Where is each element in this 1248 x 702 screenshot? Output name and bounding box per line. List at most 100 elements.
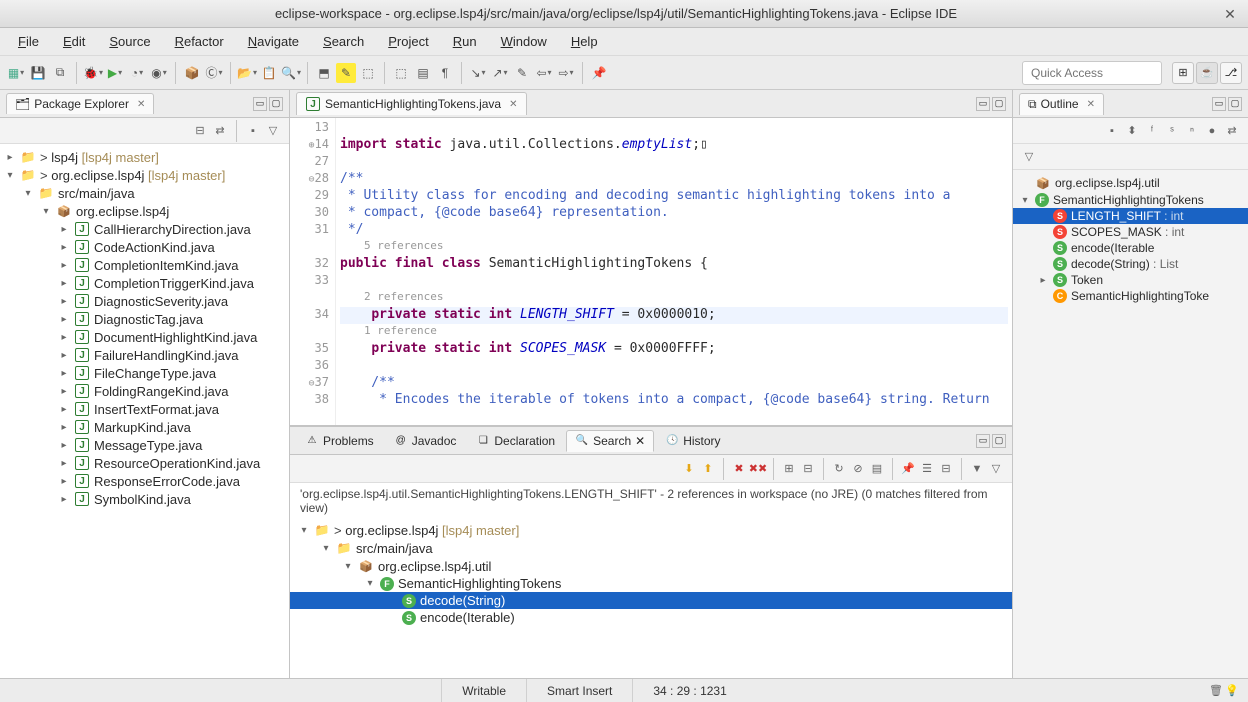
history-button[interactable]: ▤ [869,461,885,477]
maximize-icon[interactable]: ▢ [269,97,283,111]
twisty-icon[interactable]: ▸ [58,386,70,397]
outline-item[interactable]: org.eclipse.lsp4j.util [1013,174,1248,192]
minimize-icon[interactable]: ▭ [976,97,990,111]
outline-item[interactable]: Sdecode(String) : List [1013,256,1248,272]
menu-refactor[interactable]: Refactor [165,31,234,52]
code-line[interactable] [340,358,1008,375]
menu-help[interactable]: Help [561,31,608,52]
tree-item[interactable]: ▸FailureHandlingKind.java [0,346,289,364]
tree-layout-button[interactable]: ⊟ [938,461,954,477]
run-search-button[interactable]: ↻ [831,461,847,477]
tree-item[interactable]: ▸DiagnosticTag.java [0,310,289,328]
outline-item[interactable]: CSemanticHighlightingToke [1013,288,1248,304]
menu-window[interactable]: Window [491,31,557,52]
save-all-button[interactable]: ⧉ [50,63,70,83]
maximize-icon[interactable]: ▢ [992,97,1006,111]
remove-selected-button[interactable]: ✖ [731,461,747,477]
code-line[interactable]: /** [340,171,1008,188]
twisty-icon[interactable]: ▸ [58,422,70,433]
code-line[interactable]: private static int LENGTH_SHIFT = 0x0000… [340,307,1008,324]
twisty-icon[interactable]: ▾ [298,525,310,536]
save-button[interactable]: 💾 [28,63,48,83]
hide-nonpublic-button[interactable]: ⁿ [1184,123,1200,139]
new-class-button[interactable]: Ⓒ [204,63,224,83]
sort-button[interactable]: ⬍ [1124,123,1140,139]
prev-match-button[interactable]: ⬆ [700,461,716,477]
tree-item[interactable]: ▸MessageType.java [0,436,289,454]
next-match-button[interactable]: ⬇ [681,461,697,477]
outline-tree[interactable]: org.eclipse.lsp4j.util▾FSemanticHighligh… [1013,170,1248,678]
code-line[interactable]: /** [340,375,1008,392]
tab-history[interactable]: 🕓History [656,430,729,452]
menu-run[interactable]: Run [443,31,487,52]
back-button[interactable]: ⇦ [534,63,554,83]
run-last-button[interactable]: ◉ [149,63,169,83]
tree-item[interactable]: ▸InsertTextFormat.java [0,400,289,418]
minimize-icon[interactable]: ▭ [253,97,267,111]
minimize-icon[interactable]: ▭ [1212,97,1226,111]
outline-item[interactable]: SLENGTH_SHIFT : int [1013,208,1248,224]
tree-item[interactable]: ▸CompletionTriggerKind.java [0,274,289,292]
toggle-mark-button[interactable]: ⬒ [314,63,334,83]
highlight-button[interactable]: ✎ [336,63,356,83]
tree-item[interactable]: ▾org.eclipse.lsp4j [0,202,289,220]
open-task-button[interactable]: 📋 [259,63,279,83]
editor-tab[interactable]: SemanticHighlightingTokens.java ✕ [296,92,527,115]
last-edit-button[interactable]: ✎ [512,63,532,83]
block-select-button[interactable]: ⬚ [358,63,378,83]
pin-button[interactable]: 📌 [589,63,609,83]
code-line[interactable] [340,273,1008,290]
cancel-search-button[interactable]: ⊘ [850,461,866,477]
twisty-icon[interactable]: ▸ [58,314,70,325]
twisty-icon[interactable]: ▸ [58,476,70,487]
code-line[interactable]: * compact, {@code base64} representation… [340,205,1008,222]
menu-edit[interactable]: Edit [53,31,95,52]
run-button[interactable]: ▶ [105,63,125,83]
twisty-icon[interactable]: ▸ [58,332,70,343]
tab-declaration[interactable]: ❏Declaration [467,430,564,452]
view-menu-button[interactable]: ▽ [1021,149,1037,165]
code-line[interactable]: * Utility class for encoding and decodin… [340,188,1008,205]
tree-item[interactable]: ▸DiagnosticSeverity.java [0,292,289,310]
expand-all-button[interactable]: ⊞ [781,461,797,477]
tree-item[interactable]: ▸CompletionItemKind.java [0,256,289,274]
code-line[interactable]: private static int SCOPES_MASK = 0x0000F… [340,341,1008,358]
twisty-icon[interactable]: ▸ [58,368,70,379]
next-annotation-button[interactable]: ↘ [468,63,488,83]
prev-annotation-button[interactable]: ↗ [490,63,510,83]
outline-item[interactable]: SSCOPES_MASK : int [1013,224,1248,240]
new-package-button[interactable]: 📦 [182,63,202,83]
tree-item[interactable]: ▸FoldingRangeKind.java [0,382,289,400]
twisty-icon[interactable]: ▸ [58,494,70,505]
close-icon[interactable]: ✕ [137,99,145,110]
search-result-item[interactable]: ▾FSemanticHighlightingTokens [290,575,1012,592]
search-button[interactable]: 🔍 [281,63,301,83]
show-ws2-button[interactable]: ▤ [413,63,433,83]
menu-source[interactable]: Source [99,31,160,52]
link-editor-button[interactable]: ⇄ [212,123,228,139]
tip-button[interactable]: 💡 [1224,683,1240,699]
maximize-icon[interactable]: ▢ [992,434,1006,448]
editor-body[interactable]: 13⊕1427⊖282930313233343536⊖3738 import s… [290,118,1012,425]
close-icon[interactable]: ✕ [635,434,645,448]
pilcrow-button[interactable]: ¶ [435,63,455,83]
open-type-button[interactable]: 📂 [237,63,257,83]
minimize-icon[interactable]: ▭ [976,434,990,448]
twisty-icon[interactable]: ▸ [58,260,70,271]
hide-static-button[interactable]: ˢ [1164,123,1180,139]
quick-access-input[interactable] [1022,61,1162,85]
twisty-icon[interactable]: ▾ [1019,195,1031,206]
focus-button[interactable]: ▪ [1104,123,1120,139]
twisty-icon[interactable]: ▸ [58,296,70,307]
tree-item[interactable]: ▸ResponseErrorCode.java [0,472,289,490]
remove-all-button[interactable]: ✖✖ [750,461,766,477]
collapse-all-button[interactable]: ⊟ [192,123,208,139]
codelens-refs[interactable]: 1 reference [340,324,1008,341]
twisty-icon[interactable]: ▾ [4,170,16,181]
tab-javadoc[interactable]: @Javadoc [385,430,466,452]
menu-search[interactable]: Search [313,31,374,52]
outline-item[interactable]: ▸SToken [1013,272,1248,288]
twisty-icon[interactable]: ▸ [58,242,70,253]
tab-problems[interactable]: ⚠Problems [296,430,383,452]
codelens-refs[interactable]: 5 references [340,239,1008,256]
